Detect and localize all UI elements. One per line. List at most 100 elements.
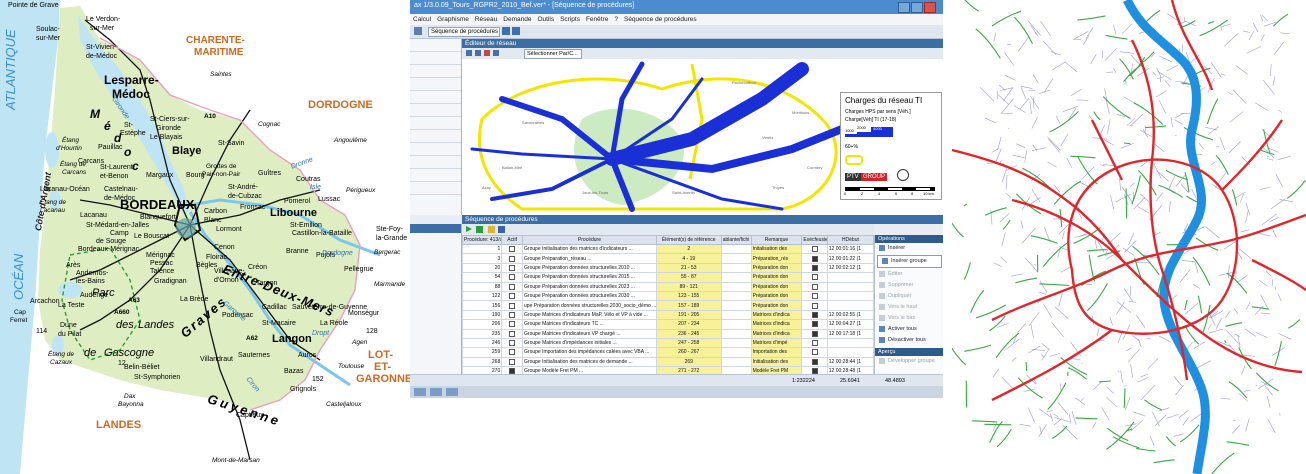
legend-value-4000: 4000 <box>873 126 882 131</box>
op-item[interactable]: Insérer groupe <box>877 255 942 268</box>
run-icon[interactable] <box>466 226 472 232</box>
active-checkbox[interactable] <box>509 321 516 328</box>
step-icon[interactable] <box>476 226 483 233</box>
col-header[interactable]: HDébut <box>826 235 875 245</box>
table-row[interactable]: 190 Groupe Matrices d'indicateurs MaP, Vé… <box>461 309 875 321</box>
done-checkbox[interactable] <box>811 321 818 328</box>
done-checkbox[interactable] <box>811 330 818 337</box>
op-item[interactable]: Vers le haut <box>875 302 943 313</box>
sequence-combo[interactable]: Séquence de procédures <box>428 27 500 37</box>
col-header[interactable]: Remarque <box>750 235 803 245</box>
col-header[interactable]: Élément(s) de référence <box>655 235 722 245</box>
active-checkbox[interactable] <box>509 330 516 337</box>
legend-bar-1000 <box>845 134 857 137</box>
menu-scripts[interactable]: Scripts <box>557 14 583 23</box>
table-row[interactable]: 1 Groupe Initialisation des matrices d'in… <box>461 243 875 255</box>
net-tool-icon[interactable] <box>493 50 499 56</box>
taskbar-item[interactable] <box>414 388 426 396</box>
menu-fenetre[interactable]: Fenêtre <box>583 14 611 23</box>
table-row[interactable]: 268 Groupe Initialisation des matrices de… <box>461 356 875 368</box>
river-isle: Isle <box>310 184 321 191</box>
active-checkbox[interactable] <box>509 293 516 300</box>
net-tool-icon[interactable] <box>475 50 481 56</box>
net-tool-icon[interactable] <box>484 50 490 56</box>
done-checkbox[interactable] <box>811 283 818 290</box>
op-item[interactable]: Insérer <box>875 243 943 254</box>
done-checkbox[interactable] <box>811 358 818 365</box>
menu-graphisme[interactable]: Graphisme <box>434 14 472 23</box>
table-row[interactable]: 20 Groupe Préparation données structurell… <box>461 262 875 274</box>
table-row[interactable]: 88 Groupe Préparation données structurell… <box>461 281 875 292</box>
active-checkbox <box>501 262 524 274</box>
place-mont-de-marsan: Mont-de-Marsan <box>212 457 260 464</box>
place-pellegrue: Pellegrue <box>344 266 374 273</box>
col-header[interactable]: Exécfeusie <box>801 235 828 245</box>
col-header[interactable]: Procédure <box>522 235 657 245</box>
minimize-button[interactable] <box>898 2 910 13</box>
active-checkbox[interactable] <box>509 349 516 356</box>
done-checkbox[interactable] <box>811 255 818 262</box>
visum-window: ax 1/3.0.09_Tours_RGPR2_2010_Bef.ver* - … <box>410 0 943 398</box>
active-checkbox[interactable] <box>509 311 516 318</box>
table-row[interactable]: 54 Groupe Préparation données structurell… <box>461 272 875 283</box>
op-item[interactable]: Supprimer <box>875 280 943 291</box>
done-checkbox[interactable] <box>811 349 818 356</box>
open-icon[interactable] <box>488 226 495 233</box>
active-checkbox[interactable] <box>509 274 516 281</box>
op-item[interactable]: Désactiver tous <box>875 335 943 346</box>
col-header[interactable]: Actif <box>501 235 524 245</box>
maximize-button[interactable] <box>911 2 923 13</box>
active-checkbox[interactable] <box>509 283 516 290</box>
table-row[interactable]: 122 Groupe Préparation données structurel… <box>461 290 875 302</box>
table-row[interactable]: 235 Groupe Matrices d'indicateurs VP char… <box>461 328 875 339</box>
table-row[interactable]: 156 upe Préparation données structurelles… <box>461 300 875 311</box>
place-sauternes: Sauternes <box>238 352 270 359</box>
op-item[interactable]: Éditer <box>875 269 943 280</box>
menu-demande[interactable]: Demande <box>500 14 534 23</box>
net-tool-icon[interactable] <box>466 50 472 56</box>
select-combo[interactable]: Sélectionner Par/C... <box>524 49 582 59</box>
col-header[interactable]: Procédure: 413/u <box>461 235 503 245</box>
op-item[interactable]: Vers le bas <box>875 313 943 324</box>
proc-start <box>826 347 875 358</box>
done-checkbox <box>801 309 828 321</box>
active-checkbox[interactable] <box>509 358 516 365</box>
menu-calcul[interactable]: Calcul <box>410 14 434 23</box>
done-checkbox[interactable] <box>811 302 818 309</box>
active-checkbox[interactable] <box>509 340 516 347</box>
col-header[interactable]: ablante/fichi <box>720 235 752 245</box>
active-checkbox[interactable] <box>509 246 516 253</box>
bordeaux-urban-area <box>176 218 196 238</box>
active-checkbox[interactable] <box>509 302 516 309</box>
menu-outils[interactable]: Outils <box>534 14 557 23</box>
menu-sequence[interactable]: Séquence de procédures <box>621 14 700 23</box>
done-checkbox[interactable] <box>811 311 818 318</box>
window-titlebar[interactable]: ax 1/3.0.09_Tours_RGPR2_2010_Bef.ver* - … <box>410 0 943 14</box>
proc-start: 12 00:02:55 (1 <box>826 309 875 321</box>
done-checkbox[interactable] <box>811 274 818 281</box>
done-checkbox[interactable] <box>811 246 818 253</box>
active-checkbox[interactable] <box>509 255 516 262</box>
save-icon[interactable] <box>498 226 505 233</box>
table-row[interactable]: 3 Groupe Préparation_réseau ... 4 - 19 Prép… <box>461 253 875 264</box>
op-item[interactable]: Dupliquer <box>875 291 943 302</box>
table-row[interactable]: 259 Groupe Importation des impédances cal… <box>461 347 875 358</box>
done-checkbox[interactable] <box>811 264 818 271</box>
proc-reference: 269 <box>655 356 722 368</box>
done-checkbox[interactable] <box>811 340 818 347</box>
tool-icon[interactable] <box>414 27 422 35</box>
menu-reseau[interactable]: Réseau <box>472 14 500 23</box>
op-item[interactable]: Activer tous <box>875 324 943 335</box>
menu-help[interactable]: ? <box>611 14 621 23</box>
place-st-ciers-2: Gironde <box>156 125 181 132</box>
taskbar-item[interactable] <box>430 388 442 396</box>
close-button[interactable] <box>924 2 936 13</box>
taskbar-item[interactable] <box>446 388 458 396</box>
table-row[interactable]: 206 Groupe Matrices d'indicateurs TC ... 2… <box>461 319 875 330</box>
tool-icon-2[interactable] <box>502 27 510 35</box>
active-checkbox[interactable] <box>509 264 516 271</box>
table-row[interactable]: 246 Groupe Matrices d'impédances initiale… <box>461 337 875 349</box>
tool-icon-3[interactable] <box>512 27 520 35</box>
done-checkbox[interactable] <box>811 293 818 300</box>
op-developper-groupe[interactable]: Développer groupe <box>875 356 943 367</box>
